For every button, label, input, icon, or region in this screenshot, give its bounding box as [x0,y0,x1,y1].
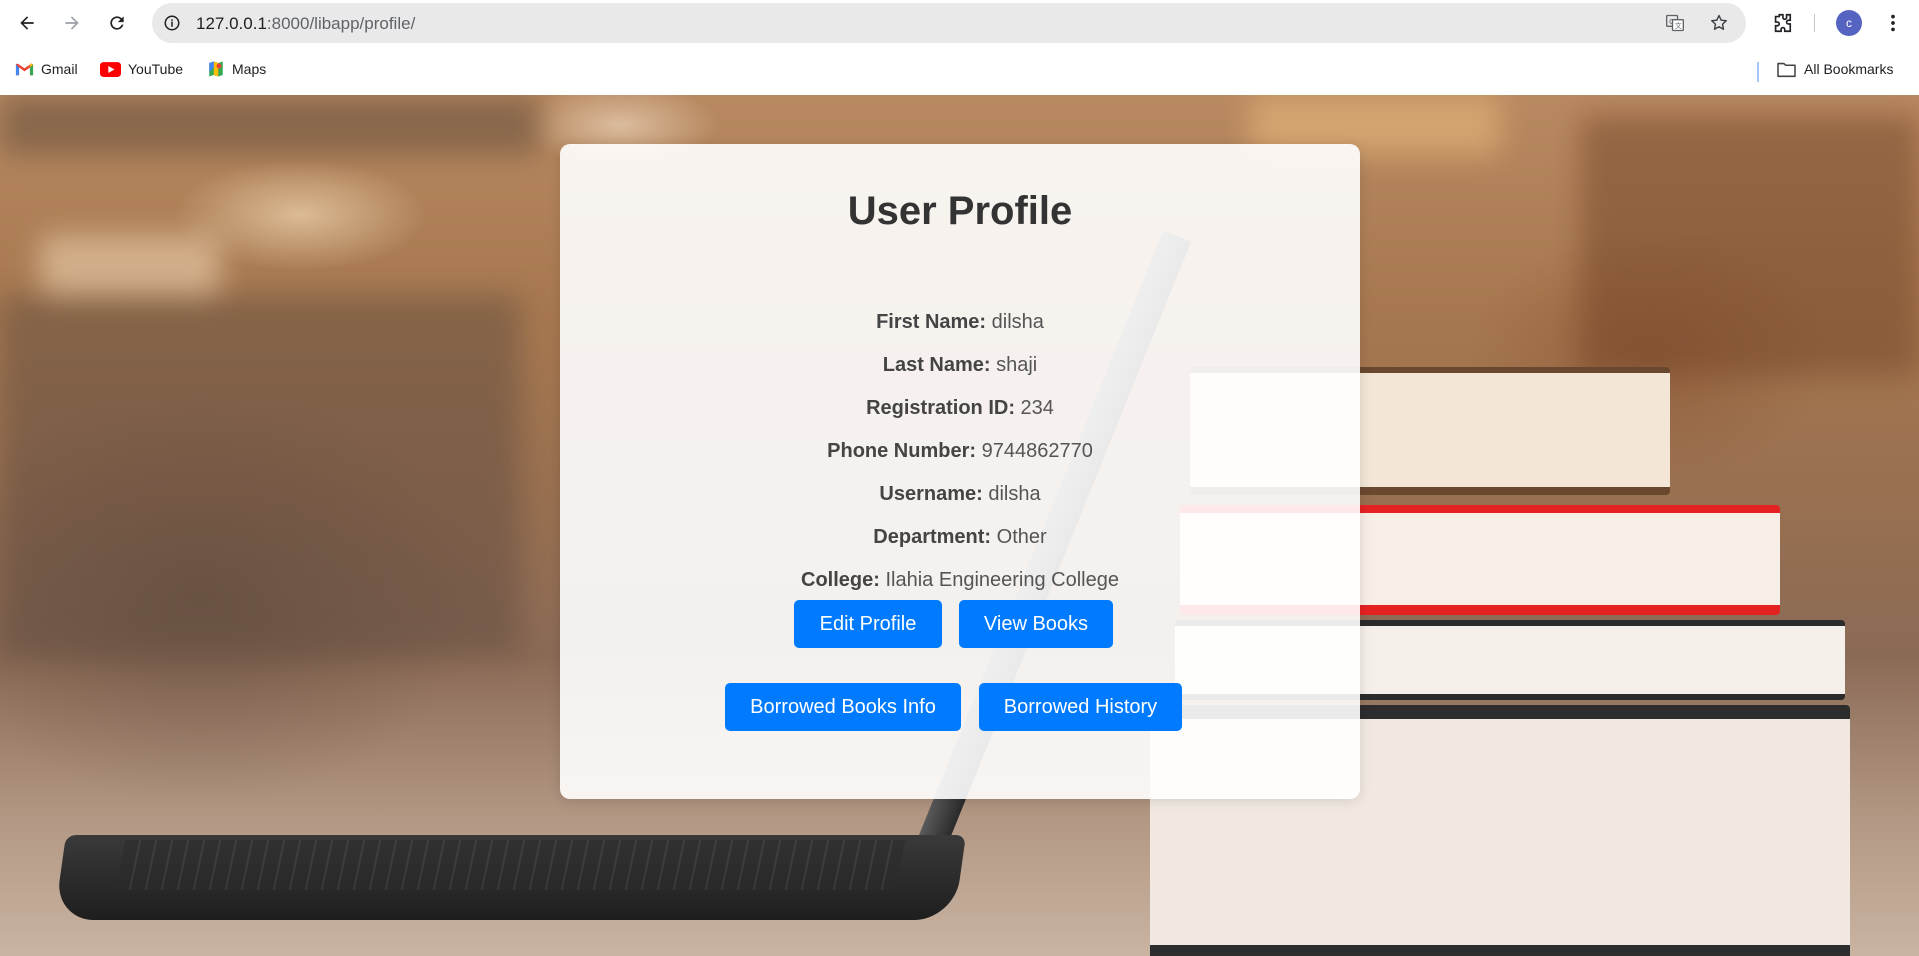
profile-avatar[interactable]: c [1836,10,1862,36]
maps-icon [209,61,223,77]
reload-button[interactable] [101,7,133,39]
view-books-button[interactable]: View Books [959,600,1113,648]
background-shelf [0,95,540,155]
url-host: 127.0.0.1 [196,14,267,33]
all-bookmarks-label: All Bookmarks [1804,61,1894,77]
field-value: 234 [1020,397,1054,419]
field-value: Other [996,526,1047,548]
borrowed-books-info-button[interactable]: Borrowed Books Info [725,683,961,731]
bookmark-label: Gmail [41,61,78,77]
field-value: 9744862770 [981,440,1093,462]
browser-chrome: 127.0.0.1:8000/libapp/profile/ G文 c Gmai… [0,0,1919,95]
extensions-icon[interactable] [1768,9,1796,37]
background-shelf [0,295,520,655]
edit-profile-button[interactable]: Edit Profile [794,600,942,648]
back-button[interactable] [11,7,43,39]
more-menu-icon[interactable] [1879,9,1907,37]
bookmark-label: Maps [232,61,267,77]
toolbar-divider [1814,14,1815,32]
reload-icon [110,16,124,30]
field-phone-number: Phone Number: 9744862770 [560,440,1360,463]
field-label: Department: [873,526,992,548]
bookmark-youtube[interactable]: YouTube [100,58,183,80]
svg-text:文: 文 [1675,21,1682,30]
bookmarks-bar: Gmail YouTube Maps All Bookmarks [0,52,1919,86]
field-value: shaji [996,354,1038,376]
arrow-right-icon [65,16,79,30]
page-title: User Profile [847,189,1073,233]
gmail-icon [15,63,34,76]
field-label: Registration ID: [866,397,1015,419]
address-bar[interactable]: 127.0.0.1:8000/libapp/profile/ G文 [152,3,1746,43]
url-text[interactable]: 127.0.0.1:8000/libapp/profile/ [196,14,415,34]
field-username: Username: dilsha [560,483,1360,506]
borrowed-history-button[interactable]: Borrowed History [979,683,1182,731]
field-last-name: Last Name: shaji [560,354,1360,377]
laptop-keys [114,840,906,890]
field-value: Ilahia Engineering College [885,569,1119,591]
background-shelf [1580,115,1919,375]
arrow-left-icon [20,16,34,30]
youtube-icon [100,61,121,77]
field-college: College: Ilahia Engineering College [560,569,1360,592]
forward-button[interactable] [56,7,88,39]
folder-icon [1777,62,1796,77]
background-light [40,235,220,295]
field-value: dilsha [988,483,1041,505]
field-first-name: First Name: dilsha [560,311,1360,334]
profile-card: User Profile First Name: dilsha Last Nam… [560,144,1360,799]
bookmarks-divider [1757,62,1759,82]
browser-toolbar: 127.0.0.1:8000/libapp/profile/ G文 c [0,0,1919,46]
field-department: Department: Other [560,526,1360,549]
field-value: dilsha [991,311,1044,333]
field-label: Phone Number: [827,440,977,462]
bookmark-maps[interactable]: Maps [207,58,266,80]
bookmark-star-icon[interactable] [1708,12,1730,34]
translate-icon[interactable]: G文 [1664,12,1686,34]
field-registration-id: Registration ID: 234 [560,397,1360,420]
field-label: First Name: [876,311,987,333]
site-info-icon[interactable] [161,12,183,34]
bookmark-label: YouTube [128,61,184,77]
page-background: User Profile First Name: dilsha Last Nam… [0,95,1919,956]
field-label: College: [801,569,880,591]
url-path: :8000/libapp/profile/ [266,14,416,33]
field-label: Username: [879,483,983,505]
all-bookmarks-button[interactable]: All Bookmarks [1776,58,1893,80]
field-label: Last Name: [882,354,991,376]
bookmark-gmail[interactable]: Gmail [15,58,78,80]
